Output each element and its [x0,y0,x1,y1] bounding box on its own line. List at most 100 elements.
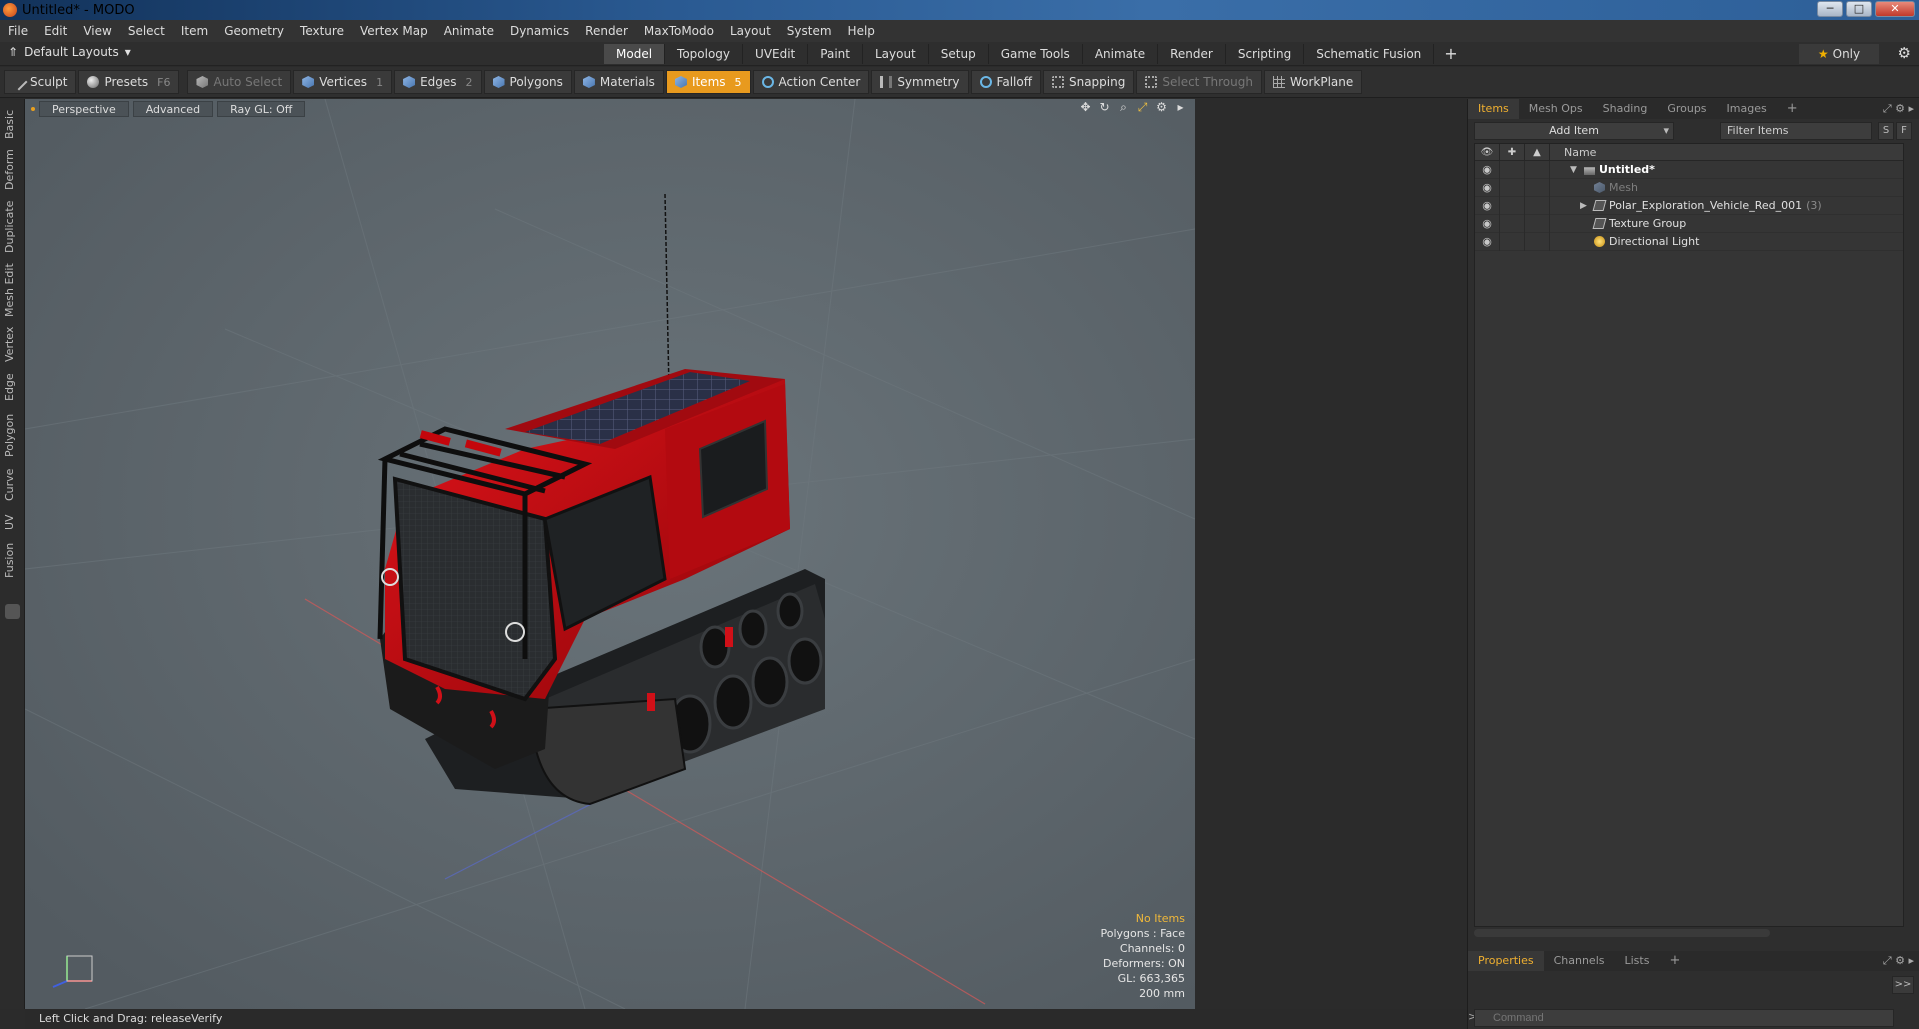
menu-item[interactable]: Item [173,20,216,42]
collapse-arrow-icon[interactable]: ▼ [1570,165,1580,175]
add-tab-button[interactable]: + [1434,44,1467,64]
rotate-icon[interactable]: ↻ [1098,101,1111,114]
toggle-panel-button[interactable] [5,604,20,619]
visibility-eye-icon[interactable]: ◉ [1475,178,1500,197]
expand-button[interactable]: >> [1892,976,1914,994]
menu-geometry[interactable]: Geometry [216,20,292,42]
menu-system[interactable]: System [779,20,840,42]
tab-game-tools[interactable]: Game Tools [989,44,1083,64]
tab-properties[interactable]: Properties [1468,951,1544,971]
action-center-button[interactable]: Action Center [752,70,870,94]
symmetry-button[interactable]: Symmetry [871,70,969,94]
add-item-dropdown[interactable]: Add Item ▾ [1474,122,1674,140]
vtab-uv[interactable]: UV [3,509,21,535]
vtab-duplicate[interactable]: Duplicate [3,197,21,257]
menu-layout[interactable]: Layout [722,20,779,42]
menu-dynamics[interactable]: Dynamics [502,20,577,42]
filter-f-button[interactable]: F [1896,122,1912,140]
visibility-column-icon[interactable]: 👁 [1475,143,1500,161]
viewport-more-icon[interactable]: ▸ [1174,101,1187,114]
menu-animate[interactable]: Animate [436,20,502,42]
tab-model[interactable]: Model [604,44,666,64]
list-item[interactable]: ◉ Mesh [1475,178,1903,197]
vtab-vertex[interactable]: Vertex [3,323,21,365]
list-item[interactable]: ◉ ▼ Untitled* [1475,160,1903,179]
tab-animate[interactable]: Animate [1083,44,1159,64]
render-column-icon[interactable]: ▲ [1525,143,1550,161]
vtab-curve[interactable]: Curve [3,465,21,505]
vtab-basic[interactable]: Basic [3,105,21,143]
filter-s-button[interactable]: S [1878,122,1894,140]
menu-select[interactable]: Select [120,20,173,42]
tab-scripting[interactable]: Scripting [1226,44,1305,64]
only-toggle[interactable]: ★ Only [1799,44,1879,64]
list-item[interactable]: ◉ Directional Light [1475,232,1903,251]
viewport-gear-icon[interactable]: ⚙ [1155,101,1168,114]
raygl-button[interactable]: Ray GL: Off [217,101,306,117]
fit-icon[interactable]: ⤢ [1136,101,1149,114]
vtab-fusion[interactable]: Fusion [3,539,21,581]
edges-button[interactable]: Edges 2 [394,70,482,94]
workplane-button[interactable]: WorkPlane [1263,70,1363,94]
add-props-tab-button[interactable]: + [1659,951,1690,971]
tab-uvedit[interactable]: UVEdit [743,44,809,64]
visibility-eye-icon[interactable]: ◉ [1475,214,1500,233]
snapping-button[interactable]: Snapping [1042,70,1135,94]
viewport-menu-dot-icon[interactable] [31,107,35,111]
expand-arrow-icon[interactable]: ▶ [1580,201,1590,211]
list-item[interactable]: ◉ ▶ Polar_Exploration_Vehicle_Red_001 (3… [1475,196,1903,215]
pan-icon[interactable]: ✥ [1079,101,1092,114]
tab-groups[interactable]: Groups [1657,99,1716,119]
vtab-polygon[interactable]: Polygon [3,409,21,461]
props-options-icon[interactable]: ⤢ ⚙ ▸ [1883,954,1914,968]
command-input[interactable] [1474,1009,1894,1027]
menu-texture[interactable]: Texture [292,20,352,42]
item-list-scrollbar[interactable] [1474,929,1770,937]
tab-lists[interactable]: Lists [1615,951,1660,971]
presets-button[interactable]: Presets F6 [78,70,180,94]
gear-icon[interactable]: ⚙ [1898,44,1911,62]
tab-setup[interactable]: Setup [929,44,989,64]
zoom-icon[interactable]: ⌕ [1117,101,1130,114]
tab-mesh-ops[interactable]: Mesh Ops [1519,99,1593,119]
menu-file[interactable]: File [0,20,36,42]
menu-edit[interactable]: Edit [36,20,75,42]
tab-shading[interactable]: Shading [1593,99,1658,119]
close-button[interactable]: ✕ [1875,1,1915,17]
vertices-button[interactable]: Vertices 1 [293,70,393,94]
minimize-button[interactable]: ─ [1817,1,1843,17]
tab-schematic-fusion[interactable]: Schematic Fusion [1304,44,1435,64]
name-column-header[interactable]: Name [1550,146,1596,159]
menu-view[interactable]: View [75,20,119,42]
menu-maxtomodo[interactable]: MaxToModo [636,20,722,42]
vtab-mesh-edit[interactable]: Mesh Edit [3,261,21,319]
vtab-edge[interactable]: Edge [3,369,21,405]
shading-mode-button[interactable]: Advanced [132,101,214,117]
filter-items-input[interactable]: Filter Items [1720,122,1872,140]
add-panel-tab-button[interactable]: + [1777,99,1808,119]
items-button[interactable]: Items 5 [665,70,751,94]
menu-help[interactable]: Help [840,20,883,42]
view-type-button[interactable]: Perspective [39,101,129,117]
3d-viewport[interactable]: Perspective Advanced Ray GL: Off ✥ ↻ ⌕ ⤢… [25,99,1195,1009]
menu-render[interactable]: Render [577,20,636,42]
auto-select-button[interactable]: Auto Select [187,70,292,94]
visibility-eye-icon[interactable]: ◉ [1475,196,1500,215]
tab-channels[interactable]: Channels [1544,951,1615,971]
sculpt-button[interactable]: Sculpt [4,70,77,94]
visibility-eye-icon[interactable]: ◉ [1475,160,1500,179]
menu-vertex-map[interactable]: Vertex Map [352,20,436,42]
layout-selector[interactable]: ⇑ Default Layouts ▾ [8,45,131,59]
materials-button[interactable]: Materials [573,70,664,94]
select-through-button[interactable]: Select Through [1136,70,1262,94]
tab-paint[interactable]: Paint [808,44,863,64]
polygons-button[interactable]: Polygons [483,70,572,94]
maximize-button[interactable]: □ [1846,1,1872,17]
list-item[interactable]: ◉ Texture Group [1475,214,1903,233]
visibility-eye-icon[interactable]: ◉ [1475,232,1500,251]
falloff-button[interactable]: Falloff [970,70,1041,94]
tab-items[interactable]: Items [1468,99,1519,119]
tab-topology[interactable]: Topology [665,44,744,64]
vtab-deform[interactable]: Deform [3,147,21,193]
panel-options-icon[interactable]: ⤢ ⚙ ▸ [1883,102,1914,116]
